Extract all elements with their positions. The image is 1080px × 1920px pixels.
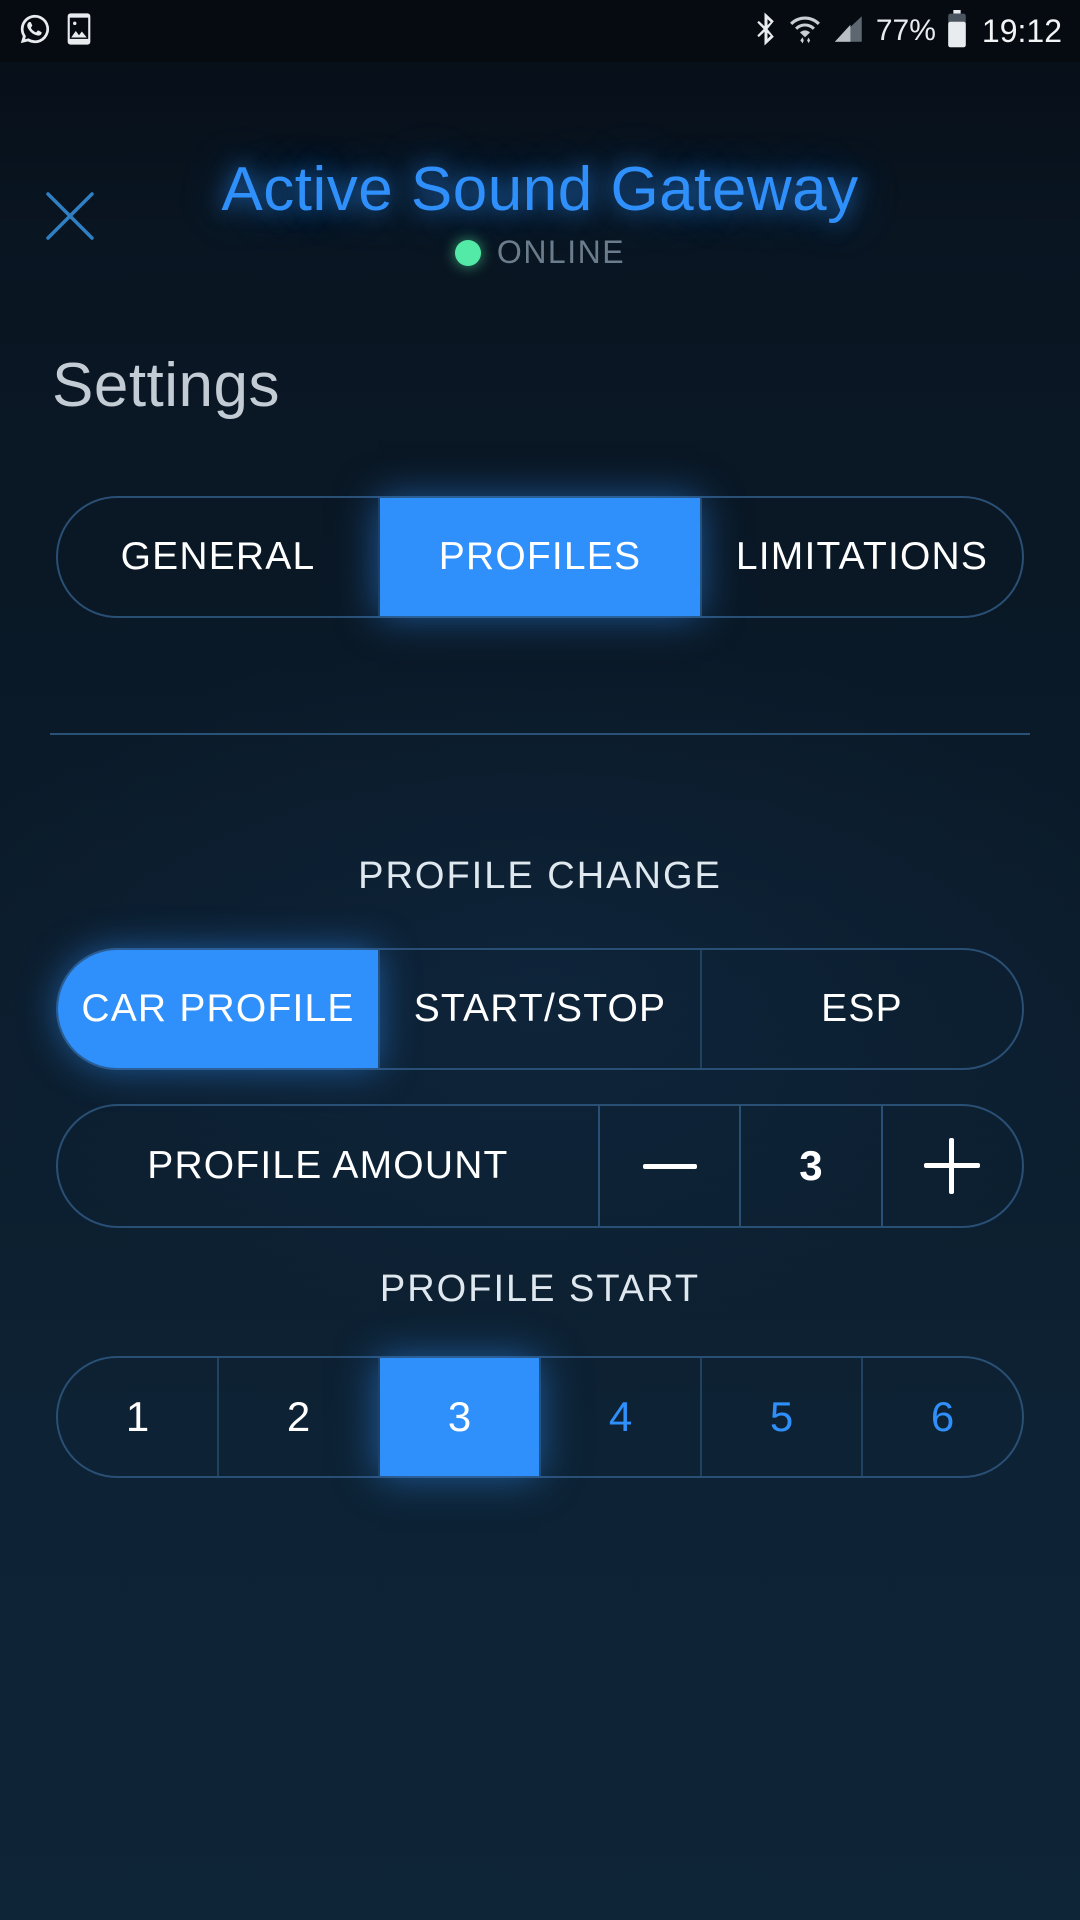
bluetooth-icon: [754, 11, 778, 52]
profile-change-selector: CAR PROFILE START/STOP ESP: [56, 948, 1024, 1070]
decrement-button[interactable]: [597, 1106, 739, 1226]
battery-percent-label: 77%: [875, 14, 936, 47]
status-bar-right-icons: 77% 19:12: [754, 9, 1062, 53]
profile-amount-label: PROFILE AMOUNT: [147, 1144, 509, 1187]
connection-status: ONLINE: [0, 234, 1080, 271]
profile-start-option-4[interactable]: 4: [539, 1358, 700, 1476]
battery-icon: [946, 9, 968, 53]
option-car-profile[interactable]: CAR PROFILE: [58, 950, 378, 1068]
plus-icon: [924, 1138, 981, 1194]
profile-amount-stepper: PROFILE AMOUNT 3: [56, 1104, 1024, 1228]
page-title: Active Sound Gateway: [221, 155, 859, 224]
status-bar: 77% 19:12: [0, 0, 1080, 62]
tab-profiles[interactable]: PROFILES: [378, 498, 700, 616]
status-bar-left-icons: [18, 12, 94, 51]
option-esp[interactable]: ESP: [700, 950, 1022, 1068]
tab-general[interactable]: GENERAL: [58, 498, 378, 616]
profile-change-label: PROFILE CHANGE: [358, 855, 722, 897]
cellular-signal-icon: [832, 12, 866, 51]
profile-start-option-3[interactable]: 3: [378, 1358, 539, 1476]
app-header: Active Sound Gateway ONLINE: [0, 62, 1080, 270]
online-status-label: ONLINE: [496, 234, 626, 270]
tab-limitations[interactable]: LIMITATIONS: [700, 498, 1022, 616]
profile-amount-value: 3: [739, 1106, 880, 1226]
app-screen: 77% 19:12 Active Sound Gateway ONLINE Se…: [0, 0, 1080, 1920]
increment-button[interactable]: [880, 1106, 1022, 1226]
whatsapp-icon: [18, 12, 52, 51]
gallery-icon: [64, 12, 94, 51]
profile-start-selector: 1 2 3 4 5 6: [56, 1356, 1024, 1478]
profile-start-option-2[interactable]: 2: [217, 1358, 378, 1476]
clock-label: 19:12: [981, 12, 1062, 49]
profile-start-option-5[interactable]: 5: [700, 1358, 861, 1476]
settings-tabs: GENERAL PROFILES LIMITATIONS: [56, 496, 1024, 618]
online-status-dot: [454, 239, 481, 266]
wifi-icon: [788, 11, 822, 52]
profile-start-option-1[interactable]: 1: [58, 1358, 217, 1476]
profile-start-label: PROFILE START: [379, 1268, 701, 1310]
option-start-stop[interactable]: START/STOP: [378, 950, 700, 1068]
profile-start-option-6[interactable]: 6: [861, 1358, 1022, 1476]
settings-heading: Settings: [52, 351, 281, 420]
section-divider: [50, 733, 1030, 735]
minus-icon: [642, 1163, 697, 1169]
